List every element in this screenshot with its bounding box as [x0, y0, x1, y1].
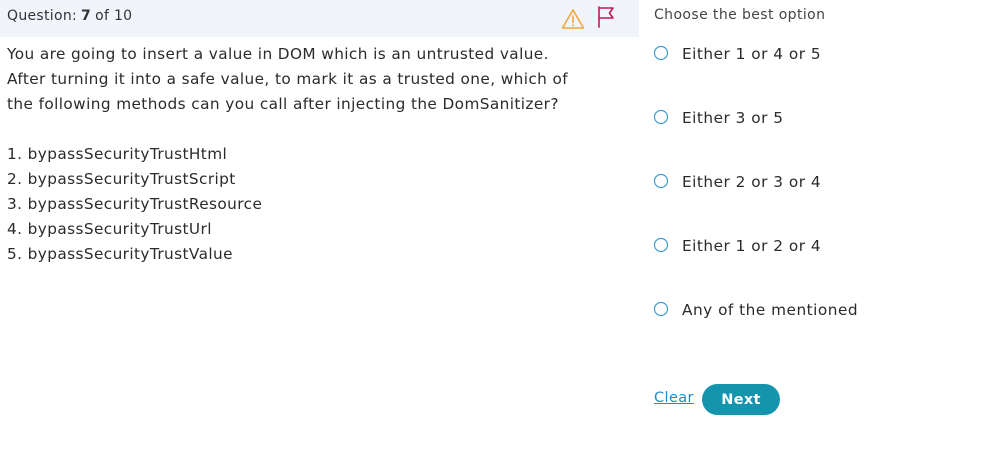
method-item: 1. bypassSecurityTrustHtml — [7, 145, 228, 163]
question-total: of 10 — [95, 8, 133, 24]
method-item: 3. bypassSecurityTrustResource — [7, 195, 263, 213]
answer-panel: Choose the best option Either 1 or 4 or … — [639, 0, 987, 450]
answer-heading: Choose the best option — [654, 7, 826, 23]
radio-button[interactable] — [654, 302, 668, 316]
next-button[interactable]: Next — [702, 384, 780, 415]
radio-button[interactable] — [654, 46, 668, 60]
answer-option-3[interactable]: Either 2 or 3 or 4 — [653, 173, 973, 199]
radio-button[interactable] — [654, 174, 668, 188]
clear-link[interactable]: Clear — [654, 390, 694, 406]
answer-option-4[interactable]: Either 1 or 2 or 4 — [653, 237, 973, 263]
method-list: 1. bypassSecurityTrustHtml 2. bypassSecu… — [7, 142, 262, 267]
question-label: Question: — [7, 8, 78, 24]
method-item: 4. bypassSecurityTrustUrl — [7, 220, 212, 238]
answer-option-label: Either 2 or 3 or 4 — [682, 173, 822, 191]
answer-option-label: Either 1 or 4 or 5 — [682, 45, 822, 63]
warning-triangle-icon[interactable] — [561, 8, 585, 30]
method-item: 5. bypassSecurityTrustValue — [7, 245, 233, 263]
radio-button[interactable] — [654, 238, 668, 252]
quiz-page: Question: 7 of 10 You are going to insert … — [0, 0, 987, 450]
question-line: the following methods can you call after… — [7, 95, 559, 113]
question-line: You are going to insert a value in DOM w… — [7, 45, 549, 63]
question-counter: Question: 7 of 10 — [7, 8, 132, 24]
radio-button[interactable] — [654, 110, 668, 124]
question-text: You are going to insert a value in DOM w… — [7, 42, 632, 117]
answer-option-label: Either 1 or 2 or 4 — [682, 237, 822, 255]
answer-option-label: Either 3 or 5 — [682, 109, 784, 127]
answer-option-label: Any of the mentioned — [682, 301, 859, 319]
question-header-bar: Question: 7 of 10 — [0, 0, 639, 37]
flag-icon[interactable] — [596, 5, 616, 29]
question-current-number: 7 — [81, 8, 92, 24]
question-line: After turning it into a safe value, to m… — [7, 70, 569, 88]
method-item: 2. bypassSecurityTrustScript — [7, 170, 236, 188]
question-panel: Question: 7 of 10 You are going to insert … — [0, 0, 639, 450]
answer-option-5[interactable]: Any of the mentioned — [653, 301, 973, 327]
answer-option-2[interactable]: Either 3 or 5 — [653, 109, 973, 135]
answer-option-1[interactable]: Either 1 or 4 or 5 — [653, 45, 973, 71]
